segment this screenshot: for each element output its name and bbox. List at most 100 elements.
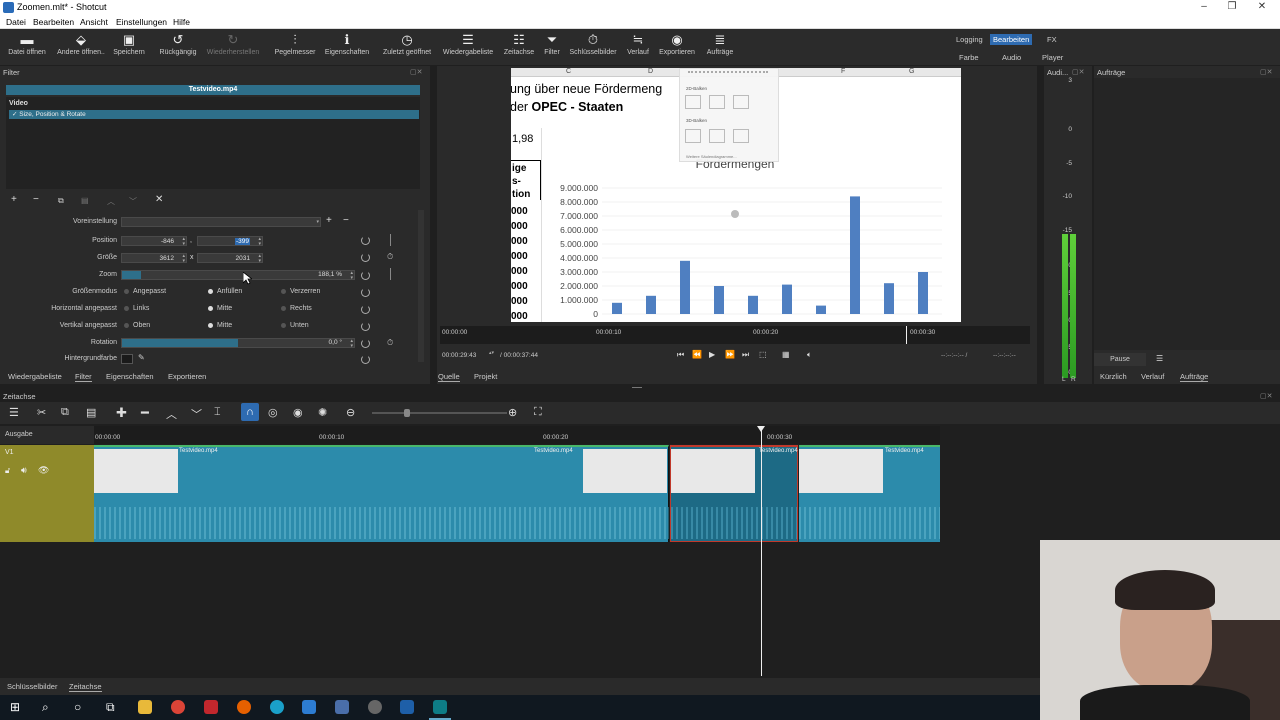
presentation-app-icon[interactable] — [204, 700, 218, 714]
undo-button[interactable]: ↺ Rückgängig — [156, 32, 200, 56]
fast-forward-icon[interactable]: ⏩ — [725, 350, 735, 359]
reset-icon[interactable] — [361, 305, 370, 314]
ripple-all-icon[interactable]: ✺ — [318, 406, 327, 419]
save-preset-icon[interactable]: + — [326, 215, 332, 226]
mode-audio[interactable]: Audio — [1002, 53, 1021, 62]
size-h-field[interactable]: 2031 ▴ ▾ — [197, 253, 263, 263]
menu-bearbeiten[interactable]: Bearbeiten — [33, 17, 74, 27]
menu-icon[interactable]: ☰ — [1156, 354, 1163, 363]
timeline-clip[interactable]: Testvideo.mp4 — [799, 445, 940, 542]
menu-ansicht[interactable]: Ansicht — [80, 17, 108, 27]
redo-button[interactable]: ↻ Wiederherstellen — [203, 32, 263, 56]
size-mode-fill[interactable]: Anfüllen — [208, 288, 242, 295]
chart-type-popup[interactable]: 2D-Balken 3D-Balken Weitere Säulendiagra… — [679, 68, 779, 162]
shotcut-taskbar-icon[interactable] — [433, 700, 447, 714]
mode-player[interactable]: Player — [1042, 53, 1063, 62]
size-mode-fit[interactable]: Angepasst — [124, 288, 166, 295]
cut-icon[interactable]: ✂ — [37, 406, 46, 419]
minimize-icon[interactable]: – — [1198, 1, 1210, 12]
app-icon[interactable] — [335, 700, 349, 714]
tab-jobs[interactable]: Aufträge — [1180, 372, 1209, 382]
restore-icon[interactable]: ❐ — [1226, 1, 1238, 12]
reset-icon[interactable] — [361, 236, 370, 245]
tab-project[interactable]: Projekt — [474, 372, 497, 381]
remove-filter-icon[interactable]: − — [33, 194, 39, 205]
panel-undock-icon[interactable]: ▢✕ — [410, 68, 422, 76]
tab-filter[interactable]: Filter — [75, 372, 92, 382]
chart-thumb-icon[interactable] — [685, 129, 701, 143]
reset-icon[interactable] — [361, 339, 370, 348]
eye-icon[interactable]: 👁︎ — [38, 465, 49, 476]
keyframe-stopwatch-icon[interactable]: ⏱ — [387, 252, 393, 262]
menu-datei[interactable]: Datei — [6, 17, 26, 27]
bg-color-swatch[interactable] — [121, 354, 133, 364]
lock-icon[interactable]: 🔓︎ — [5, 466, 10, 476]
delete-preset-icon[interactable]: − — [343, 215, 349, 226]
filter-item[interactable]: ✓ Size, Position & Rotate — [9, 110, 419, 119]
v-fit-bottom[interactable]: Unten — [281, 322, 309, 329]
history-button[interactable]: ≒ Verlauf — [623, 32, 653, 56]
position-y-field[interactable]: -399 ▴ ▾ — [197, 236, 263, 246]
menu-icon[interactable]: ☰ — [9, 406, 19, 419]
tab-timeline[interactable]: Zeitachse — [69, 682, 102, 692]
reset-icon[interactable] — [361, 322, 370, 331]
reset-icon[interactable] — [361, 253, 370, 262]
lift-icon[interactable]: ︿ — [166, 406, 177, 422]
tab-playlist[interactable]: Wiedergabeliste — [8, 372, 62, 381]
paste-icon[interactable]: ▤ — [86, 406, 96, 419]
eyedropper-icon[interactable]: ✎ — [138, 353, 145, 362]
close-icon[interactable]: ✕ — [1256, 1, 1268, 12]
play-icon[interactable]: ▶ — [709, 350, 715, 359]
paste-filter-icon[interactable]: ▤ — [81, 196, 89, 205]
tab-export[interactable]: Exportieren — [168, 372, 206, 381]
recent-button[interactable]: ◷ Zuletzt geöffnet — [378, 32, 436, 56]
rotation-slider[interactable]: 0,0 ° ▴ ▾ — [121, 338, 355, 348]
filter-button[interactable]: ⏷ Filter — [540, 32, 564, 56]
zoom-slider[interactable]: 188,1 % ▴ ▾ — [121, 270, 355, 280]
chart-thumb-icon[interactable] — [733, 95, 749, 109]
size-w-field[interactable]: 3612 ▴ ▾ — [121, 253, 187, 263]
tab-keyframes[interactable]: Schlüsselbilder — [7, 682, 57, 691]
tab-recent[interactable]: Kürzlich — [1100, 372, 1127, 381]
track-header-v1[interactable]: V1 🔓︎ 🔊︎ 👁︎ — [0, 445, 94, 542]
jobs-button[interactable]: ≣ Aufträge — [702, 32, 738, 56]
split-icon[interactable]: ⌶ — [214, 406, 221, 419]
v-fit-top[interactable]: Oben — [124, 322, 150, 329]
save-button[interactable]: ▣ Speichern — [110, 32, 148, 56]
open-file-button[interactable]: ▬ Datei öffnen — [4, 32, 50, 56]
close-filter-icon[interactable]: ✕ — [155, 194, 163, 205]
reset-icon[interactable] — [361, 355, 370, 364]
skip-previous-icon[interactable]: ⏮ — [677, 350, 684, 360]
mode-logging[interactable]: Logging — [956, 35, 983, 44]
ripple-icon[interactable]: ◉ — [293, 406, 303, 419]
playlist-button[interactable]: ☰ Wiedergabeliste — [440, 32, 496, 56]
panel-undock-icon[interactable]: ▢✕ — [1260, 392, 1272, 400]
filter-scrollbar[interactable] — [418, 210, 424, 362]
mode-edit[interactable]: Bearbeiten — [990, 34, 1033, 45]
position-x-field[interactable]: -846 ▴ ▾ — [121, 236, 187, 246]
append-icon[interactable]: ✚ — [116, 405, 127, 421]
mode-color[interactable]: Farbe — [959, 53, 979, 62]
splitter-handle[interactable] — [632, 387, 642, 388]
grid-icon[interactable]: ▦ — [782, 350, 790, 359]
timeline-button[interactable]: ☷ Zeitachse — [500, 32, 538, 56]
firefox-icon[interactable] — [237, 700, 251, 714]
preview-playhead[interactable] — [906, 326, 907, 344]
file-explorer-icon[interactable] — [138, 700, 152, 714]
zoom-out-icon[interactable]: ⊖ — [346, 406, 355, 419]
move-up-icon[interactable]: ︿ — [107, 196, 115, 207]
pause-button[interactable]: Pause — [1094, 353, 1146, 366]
reset-icon[interactable] — [361, 271, 370, 280]
settings-app-icon[interactable] — [368, 700, 382, 714]
timeline-clip-selected[interactable]: Testvideo.mp4 — [670, 445, 798, 542]
chart-thumb-icon[interactable] — [709, 129, 725, 143]
chat-app-icon[interactable] — [302, 700, 316, 714]
export-button[interactable]: ◉ Exportieren — [656, 32, 698, 56]
rewind-icon[interactable]: ⏪ — [692, 350, 702, 359]
h-fit-left[interactable]: Links — [124, 305, 149, 312]
snap-icon[interactable]: ∩ — [241, 403, 259, 421]
edge-icon[interactable] — [270, 700, 284, 714]
task-view-icon[interactable]: ⧉ — [106, 700, 115, 715]
h-fit-center[interactable]: Mitte — [208, 305, 232, 312]
copy-filter-icon[interactable]: ⧉ — [58, 196, 64, 206]
